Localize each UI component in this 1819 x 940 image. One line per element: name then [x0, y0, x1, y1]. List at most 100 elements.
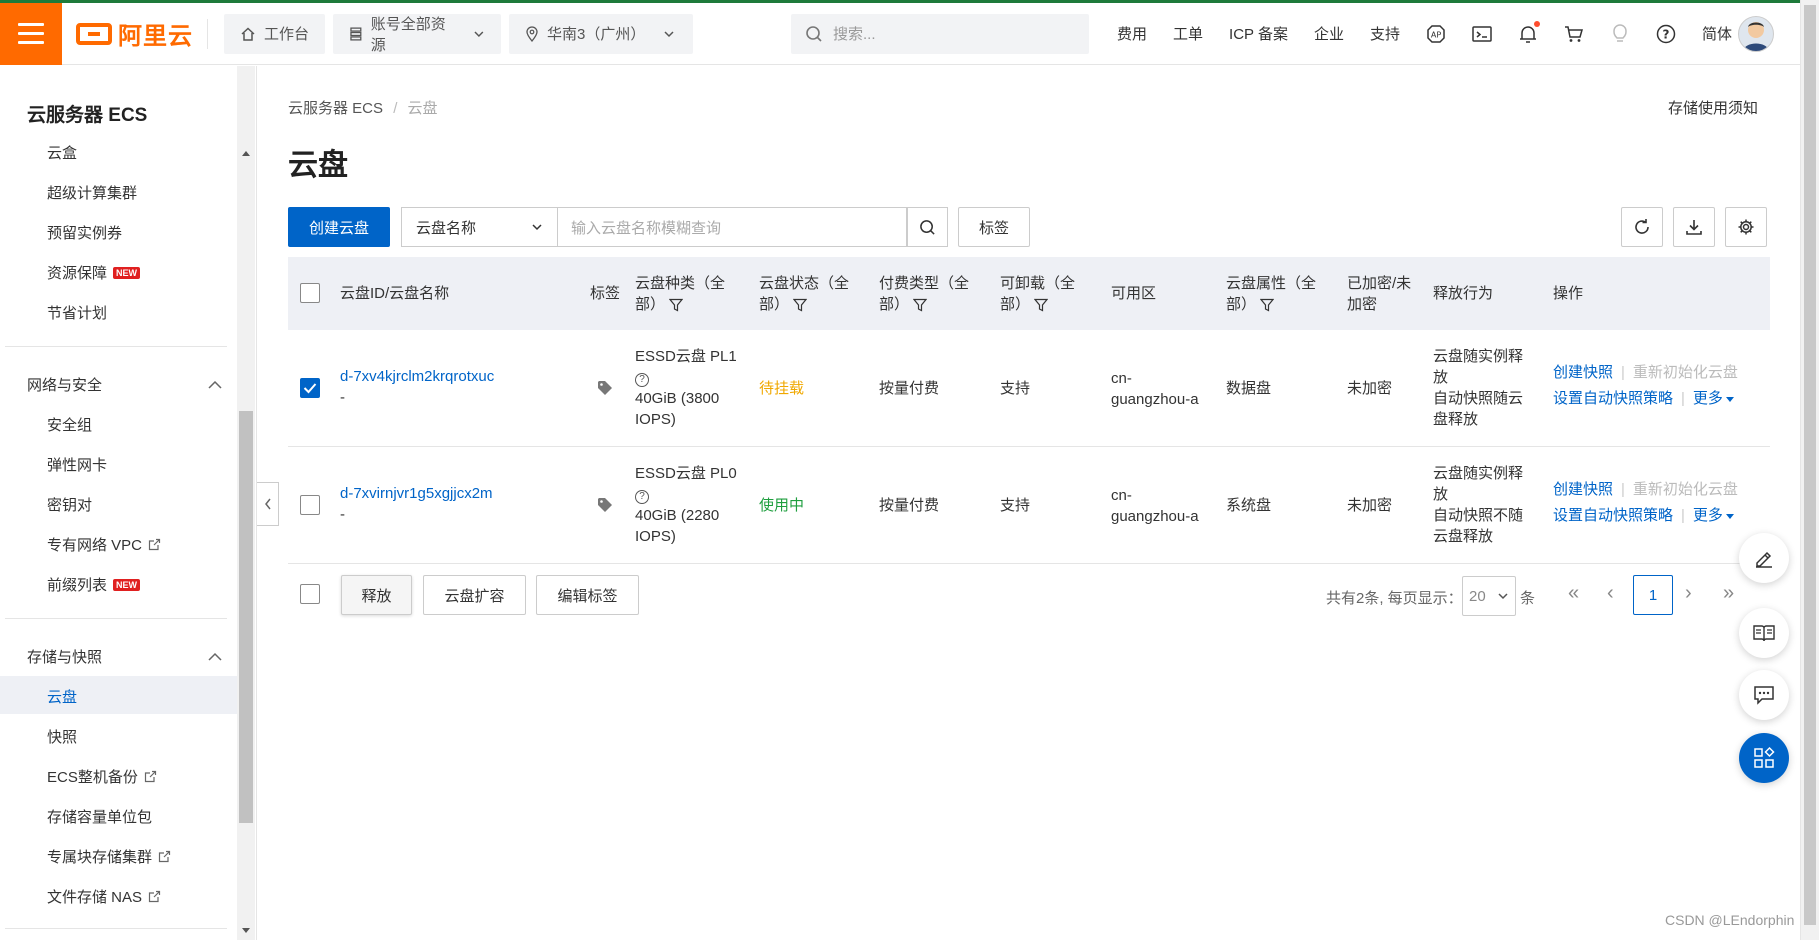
link-enterprise[interactable]: 企业: [1314, 23, 1344, 44]
edit-tags-button[interactable]: 编辑标签: [536, 575, 639, 615]
row-checkbox[interactable]: [300, 495, 320, 515]
breadcrumb-root[interactable]: 云服务器 ECS: [288, 100, 383, 117]
sidebar-scroll-thumb[interactable]: [239, 411, 253, 823]
set-snapshot-policy-link[interactable]: 设置自动快照策略: [1553, 507, 1673, 524]
link-support[interactable]: 支持: [1370, 23, 1400, 44]
search-button[interactable]: [907, 207, 948, 247]
footer-select-all-checkbox[interactable]: [300, 584, 320, 604]
global-search-input[interactable]: 搜索...: [791, 13, 1090, 54]
sidebar-item-supercomputing[interactable]: 超级计算集群: [47, 182, 137, 203]
chat-button[interactable]: [1739, 670, 1789, 720]
question-icon[interactable]: ?: [635, 489, 649, 504]
filter-icon[interactable]: [1260, 298, 1275, 312]
reinit-disk-link[interactable]: 重新初始化云盘: [1633, 364, 1738, 381]
link-tickets[interactable]: 工单: [1173, 23, 1203, 44]
sidebar-scrollbar[interactable]: [237, 66, 255, 940]
row-checkbox[interactable]: [300, 378, 320, 398]
create-disk-button[interactable]: 创建云盘: [288, 207, 390, 247]
chevron-down-icon: [664, 30, 674, 37]
more-menu[interactable]: 更多: [1693, 390, 1734, 407]
apps-button[interactable]: [1739, 733, 1789, 783]
refresh-button[interactable]: [1621, 207, 1663, 247]
create-snapshot-link[interactable]: 创建快照: [1553, 481, 1613, 498]
col-header-billing[interactable]: 付费类型（全 部）: [879, 273, 969, 315]
first-page-icon[interactable]: «: [1568, 582, 1579, 605]
sidebar-item-savings-plan[interactable]: 节省计划: [47, 302, 107, 323]
scroll-down-icon[interactable]: [237, 924, 255, 938]
sidebar-item-vpc[interactable]: 专有网络 VPC: [47, 534, 161, 555]
sidebar-item-snapshot[interactable]: 快照: [47, 726, 77, 747]
sidebar-item-eni[interactable]: 弹性网卡: [47, 454, 107, 475]
tag-icon[interactable]: [597, 497, 613, 513]
sidebar-group-network[interactable]: 网络与安全: [27, 374, 223, 395]
terminal-icon[interactable]: [1472, 24, 1492, 44]
col-header-attribute[interactable]: 云盘属性（全 部）: [1226, 273, 1316, 315]
reinit-disk-link[interactable]: 重新初始化云盘: [1633, 481, 1738, 498]
col-header-detachable[interactable]: 可卸载（全 部）: [1000, 273, 1075, 315]
col-header-status[interactable]: 云盘状态（全 部）: [759, 273, 849, 315]
select-all-checkbox[interactable]: [300, 283, 320, 303]
disk-type: ESSD云盘 PL0: [635, 465, 737, 482]
disk-name-search-input[interactable]: 输入云盘名称模糊查询: [557, 207, 907, 247]
encryption: 未加密: [1347, 497, 1393, 514]
sidebar-item-disk[interactable]: 云盘: [47, 686, 77, 707]
disk-id-link[interactable]: d-7xv4kjrclm2krqrotxuc: [340, 366, 494, 387]
filter-icon[interactable]: [669, 298, 684, 312]
cart-icon[interactable]: [1564, 24, 1584, 44]
link-billing[interactable]: 费用: [1117, 23, 1147, 44]
sidebar-item-security-group[interactable]: 安全组: [47, 414, 92, 435]
feedback-edit-button[interactable]: [1739, 533, 1789, 583]
sidebar-item-label: 安全组: [47, 417, 93, 434]
next-page-icon[interactable]: ›: [1685, 582, 1692, 605]
filter-field-select[interactable]: 云盘名称: [401, 207, 558, 247]
sidebar-item-cloudbox[interactable]: 云盒: [47, 142, 77, 163]
lightbulb-icon[interactable]: [1610, 23, 1630, 44]
question-icon[interactable]: ?: [635, 372, 649, 387]
account-resource-dropdown[interactable]: 账号全部资源: [333, 13, 502, 54]
workbench-button[interactable]: 工作台: [224, 13, 326, 54]
last-page-icon[interactable]: »: [1723, 582, 1734, 605]
region-dropdown[interactable]: 华南3（广州）: [509, 13, 694, 54]
filter-icon[interactable]: [1034, 298, 1049, 312]
page-number[interactable]: 1: [1633, 575, 1673, 615]
sidebar: 云服务器 ECS 云盒 超级计算集群 预留实例券 资源保障 NEW 节省计划 网络…: [0, 66, 237, 940]
page-scrollbar[interactable]: [1800, 0, 1819, 940]
col-header-type[interactable]: 云盘种类（全 部）: [635, 273, 725, 315]
sidebar-item-ecs-backup[interactable]: ECS整机备份: [47, 766, 157, 787]
storage-notice-link[interactable]: 存储使用须知: [1668, 97, 1758, 118]
filter-icon[interactable]: [913, 298, 928, 312]
sidebar-item-resource-guarantee[interactable]: 资源保障 NEW: [47, 262, 141, 283]
help-icon[interactable]: ?: [1656, 24, 1676, 44]
tag-icon[interactable]: [597, 380, 613, 396]
sidebar-group-storage[interactable]: 存储与快照: [27, 646, 223, 667]
download-button[interactable]: [1673, 207, 1715, 247]
sidebar-item-prefix-list[interactable]: 前缀列表 NEW: [47, 574, 141, 595]
app-icon[interactable]: AP: [1426, 24, 1446, 44]
scroll-up-icon[interactable]: [237, 146, 255, 160]
avatar[interactable]: [1738, 15, 1774, 52]
prev-page-icon[interactable]: ‹: [1607, 582, 1614, 605]
aliyun-logo[interactable]: 阿里云: [76, 16, 193, 51]
settings-button[interactable]: [1725, 207, 1767, 247]
release-button[interactable]: 释放: [341, 575, 412, 615]
page-size-select[interactable]: 20: [1462, 576, 1516, 616]
sidebar-item-dedicated-block[interactable]: 专属块存储集群: [47, 846, 171, 867]
create-snapshot-link[interactable]: 创建快照: [1553, 364, 1613, 381]
more-menu[interactable]: 更多: [1693, 507, 1734, 524]
set-snapshot-policy-link[interactable]: 设置自动快照策略: [1553, 390, 1673, 407]
sidebar-item-storage-capacity[interactable]: 存储容量单位包: [47, 806, 152, 827]
sidebar-item-reserved-instance[interactable]: 预留实例券: [47, 222, 122, 243]
sidebar-item-nas[interactable]: 文件存储 NAS: [47, 886, 161, 907]
expand-disk-button[interactable]: 云盘扩容: [423, 575, 526, 615]
menu-icon[interactable]: [0, 2, 62, 65]
language-switch[interactable]: 简体: [1702, 23, 1732, 44]
tag-filter-button[interactable]: 标签: [958, 207, 1030, 247]
bell-icon[interactable]: [1518, 20, 1540, 44]
filter-icon[interactable]: [793, 298, 808, 312]
disk-id-link[interactable]: d-7xvirnjvr1g5xgjjcx2m: [340, 483, 493, 504]
sidebar-collapse-button[interactable]: [257, 482, 279, 526]
link-icp[interactable]: ICP 备案: [1229, 23, 1288, 44]
page-scroll-thumb[interactable]: [1804, 5, 1816, 925]
docs-button[interactable]: [1739, 608, 1789, 658]
sidebar-item-keypair[interactable]: 密钥对: [47, 494, 92, 515]
